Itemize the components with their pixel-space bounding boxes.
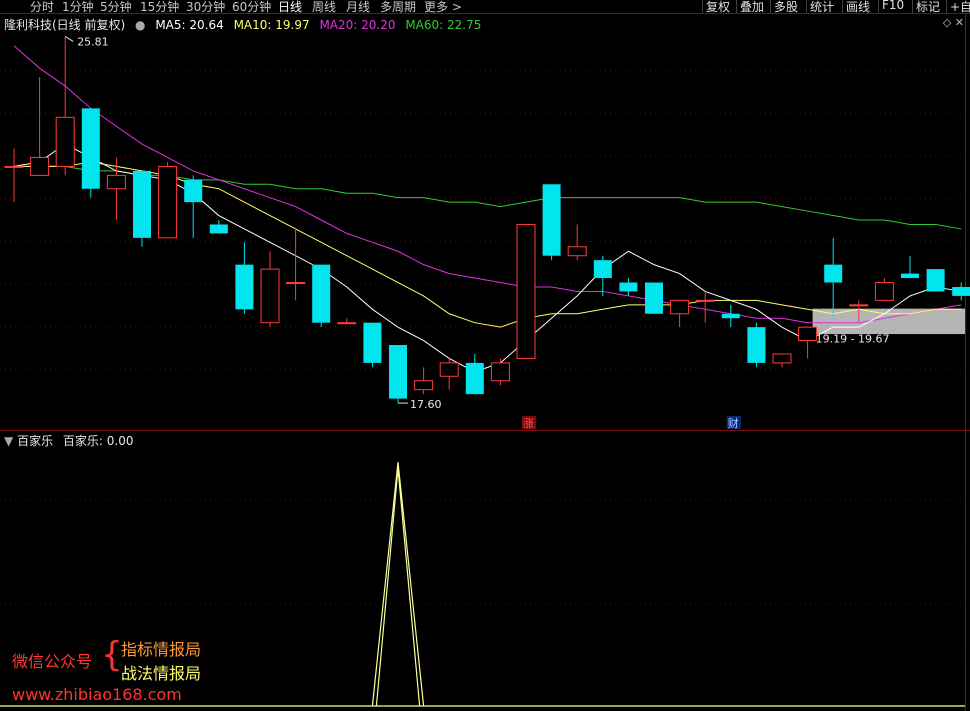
indicator-line-inner xyxy=(375,468,421,707)
marker-cai: 财 xyxy=(728,416,739,430)
candle-body xyxy=(363,322,382,363)
watermark-wechat: 微信公众号 xyxy=(12,652,93,671)
candle-body xyxy=(55,116,75,167)
low-label: 17.60 xyxy=(410,398,442,411)
ma10-line xyxy=(14,161,962,328)
range-label: 19.19 - 19.67 xyxy=(816,333,890,346)
candle-body xyxy=(337,322,357,325)
candle-body xyxy=(490,362,510,382)
marker-zhang: 涨 xyxy=(523,417,534,430)
candle-body xyxy=(439,362,459,377)
candle-body xyxy=(184,179,203,203)
candle-body xyxy=(695,299,715,302)
candle-body xyxy=(542,184,561,256)
candle-body xyxy=(798,326,818,342)
high-arrow xyxy=(64,36,74,42)
range-band xyxy=(812,308,965,335)
candle-body xyxy=(824,264,843,283)
candle-body xyxy=(286,282,306,285)
candle-body xyxy=(81,108,100,189)
candle-body xyxy=(772,353,792,364)
candle-body xyxy=(465,362,484,395)
candle-body xyxy=(567,246,587,257)
candle-body xyxy=(389,345,407,399)
watermark-line1: 指标情报局 xyxy=(121,640,202,659)
candle-body xyxy=(645,282,663,314)
candle-body xyxy=(901,273,919,279)
ma60-line xyxy=(14,165,962,230)
ma20-line xyxy=(13,45,962,324)
candle-body xyxy=(260,268,280,324)
candle-body xyxy=(106,174,126,190)
candle-body xyxy=(235,264,254,310)
candle-body xyxy=(747,327,766,363)
candle-body xyxy=(721,313,740,319)
watermark-url: www.zhibiao168.com xyxy=(12,685,182,704)
watermark-line2: 战法情报局 xyxy=(121,664,202,683)
candle-body xyxy=(158,165,178,239)
candle-body xyxy=(952,286,970,296)
candle-body xyxy=(874,282,894,301)
candle-body xyxy=(209,224,228,234)
candle-body xyxy=(619,282,638,292)
candle-body xyxy=(133,170,151,238)
watermark-brace: { xyxy=(101,635,123,675)
candle-body xyxy=(414,380,434,391)
candle-body xyxy=(312,264,331,323)
candle-body xyxy=(4,165,24,168)
candle-body xyxy=(849,304,869,307)
candle-body xyxy=(670,299,690,315)
candle-body xyxy=(516,223,536,359)
candle-body xyxy=(593,260,612,279)
candle-body xyxy=(926,269,945,292)
high-label: 25.81 xyxy=(77,35,109,48)
price-chart[interactable]: 25.81 17.60 19.19 - 19.67 涨 财 xyxy=(0,0,970,711)
candle-body xyxy=(30,156,50,176)
